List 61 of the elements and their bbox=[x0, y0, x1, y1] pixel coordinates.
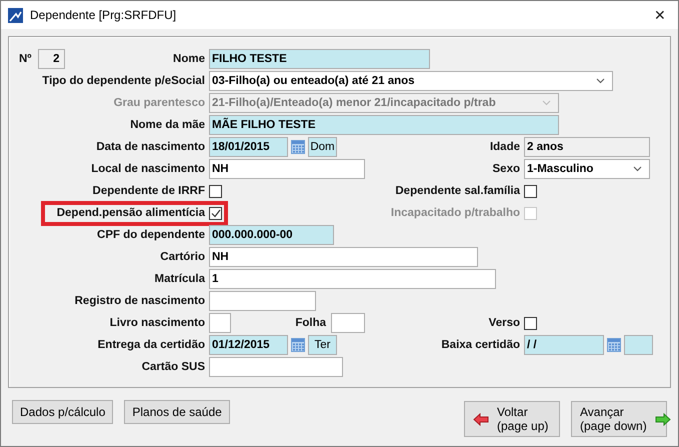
date-field[interactable]: 18/01/2015 bbox=[209, 137, 288, 157]
checkbox[interactable] bbox=[209, 206, 222, 220]
chevron-down-icon[interactable] bbox=[633, 166, 642, 172]
field-label: Idade bbox=[490, 141, 520, 153]
action-button[interactable]: Dados p/cálculo bbox=[12, 400, 114, 424]
field-label: Entrega da certidão bbox=[98, 339, 205, 351]
input-field[interactable]: 2 anos bbox=[524, 137, 650, 157]
input-field[interactable]: 000.000.000-00 bbox=[209, 225, 334, 245]
input-field[interactable]: NH bbox=[209, 247, 478, 267]
field-label: Grau parentesco bbox=[114, 97, 205, 109]
field-label: Incapacitado p/trabalho bbox=[390, 207, 520, 219]
field-label: Tipo do dependente p/eSocial bbox=[42, 75, 205, 87]
back-button[interactable]: Voltar (page up) bbox=[464, 401, 560, 437]
field-label: Depend.pensão alimentícia bbox=[56, 207, 205, 219]
arrow-left-icon bbox=[473, 412, 489, 426]
app-logo-icon bbox=[8, 8, 23, 22]
checkbox[interactable] bbox=[524, 184, 537, 198]
number-field: 2 bbox=[38, 49, 65, 69]
field-label: Nome bbox=[173, 53, 205, 65]
weekday-field: Dom bbox=[308, 137, 337, 157]
field-label: Nome da mãe bbox=[130, 119, 205, 131]
input-field[interactable]: FILHO TESTE bbox=[209, 49, 430, 69]
input-field[interactable] bbox=[209, 357, 343, 377]
field-label: Data de nascimento bbox=[96, 141, 205, 153]
input-field[interactable] bbox=[209, 291, 316, 311]
field-label: Baixa certidão bbox=[441, 339, 520, 351]
window-title: Dependente [Prg:SRFDFU] bbox=[30, 8, 178, 22]
dropdown[interactable]: 03-Filho(a) ou enteado(a) até 21 anos bbox=[209, 71, 613, 91]
field-label: Registro de nascimento bbox=[74, 295, 205, 307]
field-label: Sexo bbox=[492, 163, 520, 175]
action-button[interactable]: Planos de saúde bbox=[124, 400, 230, 424]
field-label: CPF do dependente bbox=[97, 229, 205, 241]
input-field[interactable]: NH bbox=[209, 159, 365, 179]
input-field[interactable]: 1 bbox=[209, 269, 496, 289]
field-label: Folha bbox=[295, 317, 326, 329]
field-label: Cartão SUS bbox=[142, 361, 205, 373]
dropdown[interactable]: 1-Masculino bbox=[524, 159, 650, 179]
chevron-down-icon[interactable] bbox=[596, 78, 605, 84]
calendar-icon[interactable] bbox=[291, 338, 305, 352]
weekday-field bbox=[624, 335, 653, 355]
field-label: Livro nascimento bbox=[110, 317, 205, 329]
close-button[interactable]: ✕ bbox=[648, 7, 672, 23]
date-field[interactable]: 01/12/2015 bbox=[209, 335, 288, 355]
field-label: Cartório bbox=[160, 251, 205, 263]
field-label: Nº bbox=[19, 53, 32, 65]
weekday-field: Ter bbox=[308, 335, 337, 355]
chevron-down-icon bbox=[542, 100, 551, 106]
field-label: Dependente de IRRF bbox=[92, 185, 205, 197]
calendar-icon[interactable] bbox=[291, 140, 305, 154]
field-label: Matrícula bbox=[154, 273, 205, 285]
checkbox[interactable] bbox=[209, 184, 222, 198]
checkbox[interactable] bbox=[524, 316, 537, 330]
field-label: Dependente sal.família bbox=[395, 185, 520, 197]
arrow-right-icon bbox=[654, 412, 671, 426]
input-field[interactable]: MÃE FILHO TESTE bbox=[209, 115, 559, 135]
field-label: Local de nascimento bbox=[91, 163, 205, 175]
date-field[interactable]: / / bbox=[524, 335, 604, 355]
input-field[interactable] bbox=[209, 313, 232, 333]
input-field[interactable] bbox=[331, 313, 365, 333]
calendar-icon[interactable] bbox=[607, 338, 621, 352]
field-label: Verso bbox=[488, 317, 520, 329]
